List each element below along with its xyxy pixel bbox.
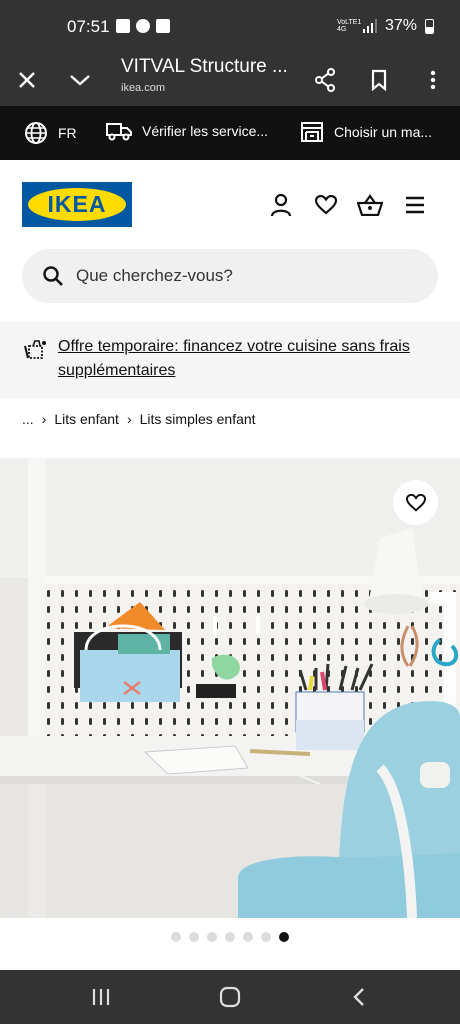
share-icon [315, 68, 335, 92]
breadcrumb-ellipsis[interactable]: ... [22, 411, 34, 427]
back-icon [353, 988, 364, 1006]
image-carousel-indicator [171, 932, 289, 942]
battery-icon [425, 18, 434, 34]
store-selector[interactable]: Choisir un ma... [300, 121, 432, 143]
bookmark-button[interactable] [359, 60, 399, 100]
app-notification-icon [156, 19, 170, 33]
ikea-logo[interactable]: IKEA [22, 182, 132, 227]
language-selector[interactable]: FR [24, 121, 77, 145]
status-bar: 07:51 VoLTE1 4G 37% [0, 0, 460, 56]
delivery-label: Vérifier les service... [142, 123, 269, 139]
financing-icon [24, 340, 48, 365]
status-right: VoLTE1 4G 37% [337, 17, 434, 35]
notification-icons [116, 19, 170, 33]
store-icon [301, 122, 323, 142]
pinterest-notification-icon [136, 19, 150, 33]
search-input[interactable]: Que cherchez-vous? [22, 249, 438, 303]
breadcrumb-separator: › [126, 411, 132, 427]
promo-banner: Offre temporaire: financez votre cuisine… [0, 322, 460, 398]
product-image[interactable] [0, 458, 460, 918]
home-button[interactable] [215, 982, 245, 1012]
recent-apps-icon [92, 989, 110, 1005]
more-vertical-icon [430, 70, 436, 90]
bookmark-icon [371, 69, 387, 91]
save-to-favorites-button[interactable] [393, 480, 438, 525]
breadcrumb-item-lits-simples[interactable]: Lits simples enfant [140, 411, 256, 427]
language-label: FR [58, 125, 77, 141]
custom-tab-bar: VITVAL Structure ... ikea.com [0, 56, 460, 106]
network-indicator: VoLTE1 4G [336, 19, 362, 33]
store-label: Choisir un ma... [334, 124, 433, 140]
carousel-dot[interactable] [207, 932, 217, 942]
more-options-button[interactable] [413, 60, 453, 100]
page-title: VITVAL Structure ... [121, 56, 288, 77]
battery-percent: 37% [384, 17, 417, 34]
gallery-notification-icon [116, 19, 130, 33]
close-tab-button[interactable] [7, 60, 47, 100]
carousel-dot[interactable] [189, 932, 199, 942]
carousel-dot[interactable] [225, 932, 235, 942]
carousel-dot[interactable] [261, 932, 271, 942]
breadcrumb-separator: › [41, 411, 47, 427]
close-icon [19, 72, 35, 88]
basket-icon [357, 194, 383, 216]
favorites-button[interactable] [313, 192, 339, 218]
utility-bar: FR Vérifier les service... Choisir un ma… [0, 106, 460, 160]
status-time: 07:51 [67, 17, 110, 36]
breadcrumb: ... › Lits enfant › Lits simples enfant [22, 411, 256, 427]
system-navigation-bar [0, 970, 460, 1024]
search-placeholder: Que cherchez-vous? [76, 266, 233, 285]
menu-button[interactable] [402, 192, 428, 218]
logo-oval: IKEA [28, 188, 126, 221]
chevron-down-icon [70, 75, 90, 86]
breadcrumb-item-lits-enfant[interactable]: Lits enfant [54, 411, 119, 427]
search-icon [42, 265, 64, 292]
recent-apps-button[interactable] [86, 982, 116, 1012]
delivery-check[interactable]: Vérifier les service... [106, 121, 268, 141]
account-button[interactable] [268, 192, 294, 218]
minimize-tab-button[interactable] [60, 60, 100, 100]
heart-icon [405, 493, 426, 512]
back-button[interactable] [344, 982, 374, 1012]
signal-icon [362, 19, 377, 33]
page-url: ikea.com [121, 82, 166, 94]
carousel-dot[interactable] [243, 932, 253, 942]
share-button[interactable] [305, 60, 345, 100]
cart-button[interactable] [357, 192, 383, 218]
carousel-dot[interactable] [171, 932, 181, 942]
globe-icon [25, 122, 47, 144]
logo-text: IKEA [47, 191, 107, 217]
product-photo [0, 458, 460, 918]
carousel-dot[interactable] [279, 932, 289, 942]
promo-link[interactable]: Offre temporaire: financez votre cuisine… [58, 335, 438, 383]
truck-icon [106, 123, 132, 141]
home-icon [219, 986, 241, 1008]
user-icon [270, 193, 292, 217]
heart-icon [315, 195, 337, 215]
hamburger-icon [406, 196, 424, 214]
